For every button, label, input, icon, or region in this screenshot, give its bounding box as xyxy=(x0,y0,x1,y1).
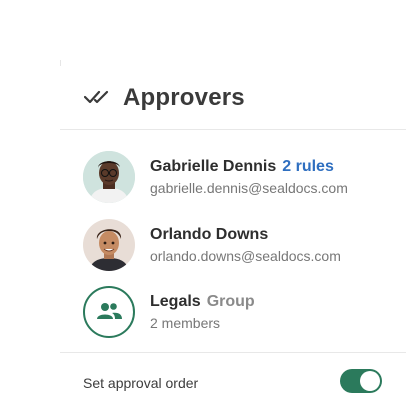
group-members: 2 members xyxy=(150,315,221,331)
card-footer: Set approval order xyxy=(60,352,406,406)
approval-order-label: Set approval order xyxy=(83,375,199,391)
approver-name: Orlando Downs xyxy=(150,226,269,243)
approval-order-toggle[interactable] xyxy=(340,369,382,393)
approver-name: Gabrielle Dennis xyxy=(150,158,277,175)
avatar xyxy=(83,151,135,203)
approver-email: orlando.downs@sealdocs.com xyxy=(150,248,341,264)
approver-name-line: Orlando Downs xyxy=(150,226,268,244)
toggle-knob xyxy=(360,371,380,391)
group-icon xyxy=(97,303,122,319)
group-avatar xyxy=(83,286,135,338)
group-name: Legals xyxy=(150,293,201,310)
approver-name-line: Gabrielle Dennis 2 rules xyxy=(150,158,334,176)
group-tag: Group xyxy=(206,293,255,310)
approver-row[interactable]: Gabrielle Dennis 2 rules gabrielle.dennis… xyxy=(60,145,406,205)
approver-row[interactable]: Legals Group 2 members xyxy=(60,280,406,340)
approvers-card: Approvers Gabrielle Dennis 2 rules gabrie… xyxy=(60,60,406,406)
approver-email: gabrielle.dennis@sealdocs.com xyxy=(150,180,348,196)
approver-name-line: Legals Group xyxy=(150,293,255,311)
approver-row[interactable]: Orlando Downs orlando.downs@sealdocs.com xyxy=(60,213,406,273)
card-header: Approvers xyxy=(60,60,406,130)
rules-link[interactable]: 2 rules xyxy=(282,158,334,175)
avatar xyxy=(83,219,135,271)
double-check-icon xyxy=(84,90,109,104)
page-title: Approvers xyxy=(123,84,245,111)
